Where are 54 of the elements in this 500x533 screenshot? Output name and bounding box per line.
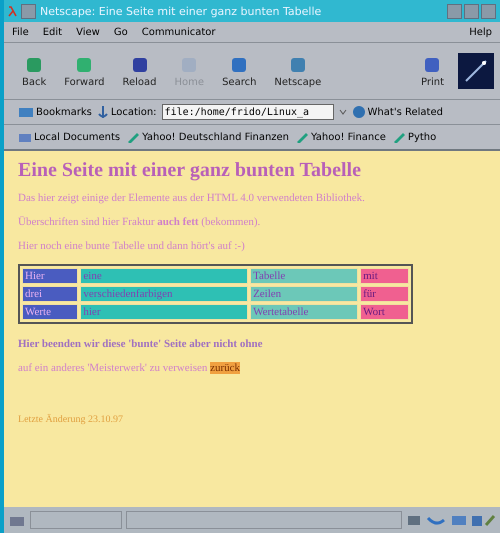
paragraph: Hier beenden wir diese 'bunte' Seite aber nicht ohne bbox=[18, 338, 264, 350]
table-cell: für bbox=[360, 286, 409, 302]
table-cell: hier bbox=[80, 304, 248, 320]
menu-item[interactable]: Edit bbox=[42, 26, 62, 38]
table-cell: Zeilen bbox=[250, 286, 358, 302]
toolbar-button[interactable]: Print bbox=[416, 52, 448, 90]
folder-icon bbox=[18, 131, 32, 143]
url-field[interactable]: file:/home/frido/Linux_a bbox=[162, 104, 334, 120]
table-cell: Werte bbox=[22, 304, 78, 320]
minimize-icon[interactable] bbox=[447, 4, 462, 18]
window-title: Netscape: Eine Seite mit einer ganz bunten Tabelle bbox=[40, 4, 322, 18]
maximize-icon[interactable] bbox=[464, 4, 479, 18]
bookmarks-button[interactable]: Bookmarks bbox=[18, 106, 92, 118]
menu-item[interactable]: File bbox=[12, 26, 29, 38]
toolbar-button[interactable]: Netscape bbox=[270, 52, 326, 90]
page-heading: Eine Seite mit einer ganz bunten Tabelle bbox=[18, 159, 362, 182]
toolbar-button[interactable]: Forward bbox=[60, 52, 108, 90]
menu-item[interactable]: View bbox=[76, 26, 100, 38]
paragraph: Überschriften sind hier Fraktur auch fett (bekommen). bbox=[18, 216, 262, 228]
toolbar-button[interactable]: Reload bbox=[118, 52, 161, 90]
window-menu-icon[interactable] bbox=[21, 4, 36, 18]
paragraph: Das hier zeigt einige der Elemente aus der HTML 4.0 verwendeten Bibliothek. bbox=[18, 192, 366, 204]
bookmark-icon bbox=[392, 131, 406, 143]
menu-item[interactable]: Go bbox=[114, 26, 128, 38]
last-modified-text: Letzte Änderung 23.10.97 bbox=[18, 414, 124, 425]
location-label: Location: bbox=[96, 105, 157, 119]
globe-icon bbox=[352, 105, 366, 119]
toolbar-button[interactable]: Search bbox=[218, 52, 260, 90]
table-cell: drei bbox=[22, 286, 78, 302]
menu-item[interactable]: Help bbox=[469, 26, 492, 38]
personal-bookmark[interactable]: Pytho bbox=[392, 131, 436, 143]
bookmark-icon bbox=[18, 106, 34, 118]
throbber-logo bbox=[458, 53, 494, 89]
table-cell: Wertetabelle bbox=[250, 304, 358, 320]
paragraph: Hier noch eine bunte Tabelle und dann hört's auf :-) bbox=[18, 240, 246, 252]
table-cell: Tabelle bbox=[250, 268, 358, 284]
close-icon[interactable] bbox=[481, 4, 496, 18]
table-cell: eine bbox=[80, 268, 248, 284]
back-link[interactable]: zurück bbox=[210, 362, 240, 374]
personal-bookmark[interactable]: Yahoo! Deutschland Finanzen bbox=[126, 131, 290, 143]
personal-bookmark[interactable]: Yahoo! Finance bbox=[295, 131, 386, 143]
bookmark-icon bbox=[126, 131, 140, 143]
table-cell: Wort bbox=[360, 304, 409, 320]
paragraph: auf ein anderes 'Meisterwerk' zu verweisen zurück bbox=[18, 362, 242, 374]
whats-related-button[interactable]: What's Related bbox=[352, 105, 443, 119]
table-cell: Hier bbox=[22, 268, 78, 284]
table-cell: mit bbox=[360, 268, 409, 284]
component-bar-drawing[interactable] bbox=[406, 513, 496, 527]
personal-bookmark[interactable]: Local Documents bbox=[18, 131, 120, 143]
lambda-icon[interactable] bbox=[8, 6, 17, 16]
menu-item[interactable]: Communicator bbox=[142, 26, 216, 38]
table-cell: verschiedenfarbigen bbox=[80, 286, 248, 302]
bookmark-icon bbox=[295, 131, 310, 143]
toolbar-button[interactable]: Back bbox=[18, 52, 50, 90]
